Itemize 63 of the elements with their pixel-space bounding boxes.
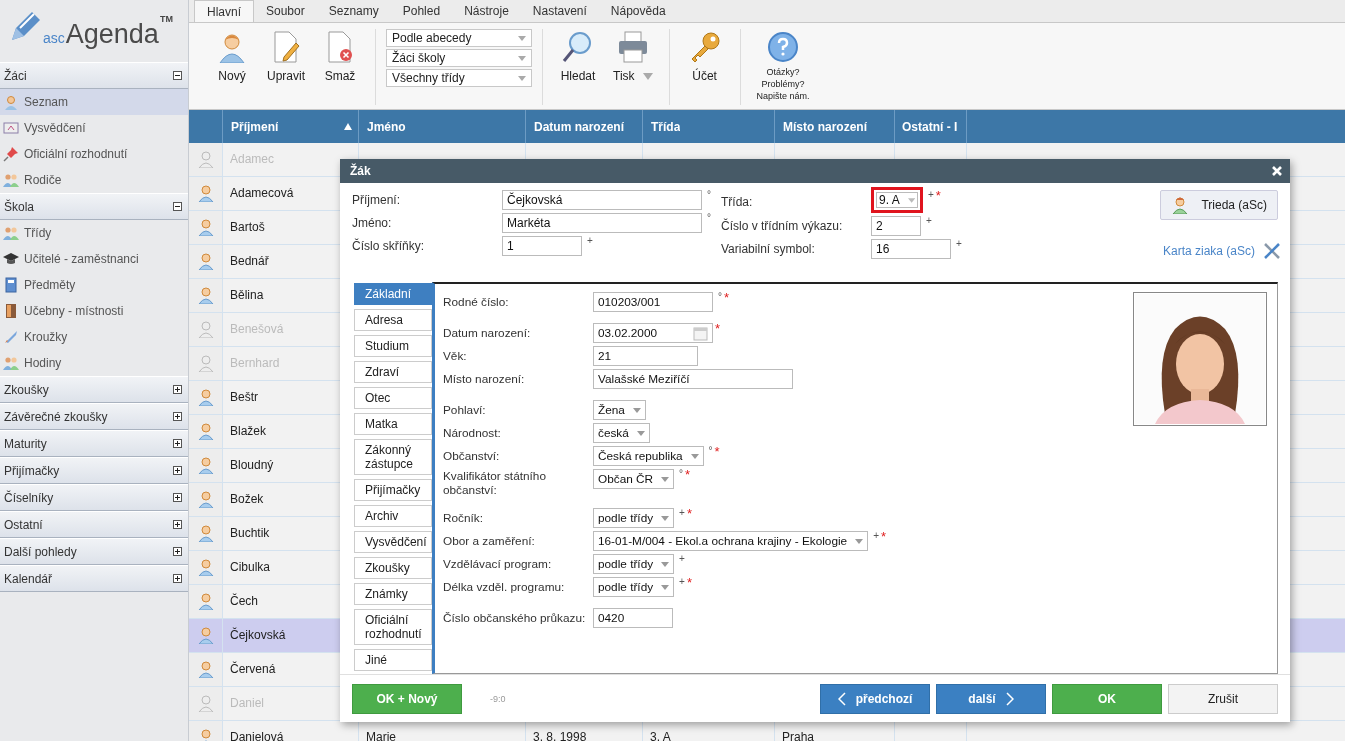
- table-cell: Božek: [230, 492, 264, 506]
- required-mark: *: [685, 469, 691, 481]
- field-label: Variabilní symbol:: [721, 241, 816, 258]
- field-note: +: [956, 239, 962, 249]
- field-note: °: [707, 190, 711, 200]
- field-note: +: [587, 236, 593, 246]
- field-note: +: [679, 577, 685, 587]
- table-cell: Čech: [230, 594, 258, 608]
- table-cell: 3. 8. 1998: [533, 730, 587, 741]
- logo-name: Agenda: [65, 21, 159, 48]
- required-mark: *: [881, 531, 887, 543]
- field-label: Občanství:: [443, 448, 501, 465]
- field-note: +: [873, 531, 879, 541]
- field-label: Číslo skříňky:: [352, 237, 425, 255]
- table-cell: Čejkovská: [230, 628, 286, 642]
- table-cell: Cibulka: [230, 560, 271, 574]
- table-cell: Buchtik: [230, 526, 270, 540]
- field-label: Věk:: [443, 348, 468, 365]
- table-cell: Bednář: [230, 254, 269, 268]
- trademark-mark: TM: [159, 14, 173, 24]
- field-label: Pohlaví:: [443, 402, 487, 419]
- table-cell: Bělina: [230, 288, 264, 302]
- required-mark: *: [714, 446, 720, 458]
- field-label: Národnost:: [443, 425, 502, 442]
- dialog-title: Žák: [350, 164, 371, 178]
- field-note: +: [928, 190, 934, 200]
- required-mark: *: [715, 323, 721, 335]
- field-label: Vzdělávací program:: [443, 556, 553, 573]
- table-cell: Bartoš: [230, 220, 265, 234]
- field-label: Kvalifikátor státního občanství:: [443, 469, 547, 497]
- field-label: Příjmení:: [352, 192, 401, 209]
- field-label: Obor a zaměření:: [443, 533, 536, 550]
- table-cell: 3. A: [650, 730, 671, 741]
- table-cell: Adamecová: [230, 186, 294, 200]
- field-label: Jméno:: [352, 215, 393, 232]
- table-cell: Marie: [366, 730, 396, 741]
- field-note: +: [679, 508, 685, 518]
- field-note: °: [679, 469, 684, 479]
- field-note: +: [926, 216, 932, 226]
- field-note: °: [718, 292, 722, 302]
- record-code: -9:0: [490, 693, 506, 704]
- field-label: Číslo v třídním výkazu:: [721, 217, 844, 235]
- field-note: °: [707, 213, 711, 223]
- required-mark: *: [935, 190, 941, 202]
- field-note: °: [708, 446, 713, 456]
- field-label: Datum narození:: [443, 325, 532, 342]
- table-cell: Bloudný: [230, 458, 274, 472]
- field-label: Číslo občanského průkazu:: [443, 610, 587, 627]
- field-label: Délka vzděl. programu:: [443, 579, 566, 596]
- field-label: Místo narození:: [443, 371, 526, 388]
- required-mark: *: [686, 508, 692, 520]
- logo-prefix: asc: [43, 30, 65, 46]
- table-cell: Červená: [230, 662, 276, 676]
- field-label: Třída:: [721, 193, 754, 211]
- table-cell: Danielová: [230, 730, 284, 741]
- table-cell: Beštr: [230, 390, 258, 404]
- table-cell: Blažek: [230, 424, 267, 438]
- table-cell: Praha: [782, 730, 815, 741]
- required-mark: *: [686, 577, 692, 589]
- field-label: Rodné číslo:: [443, 294, 510, 311]
- field-note: +: [679, 554, 685, 564]
- required-mark: *: [724, 292, 730, 304]
- field-label: Ročník:: [443, 510, 484, 527]
